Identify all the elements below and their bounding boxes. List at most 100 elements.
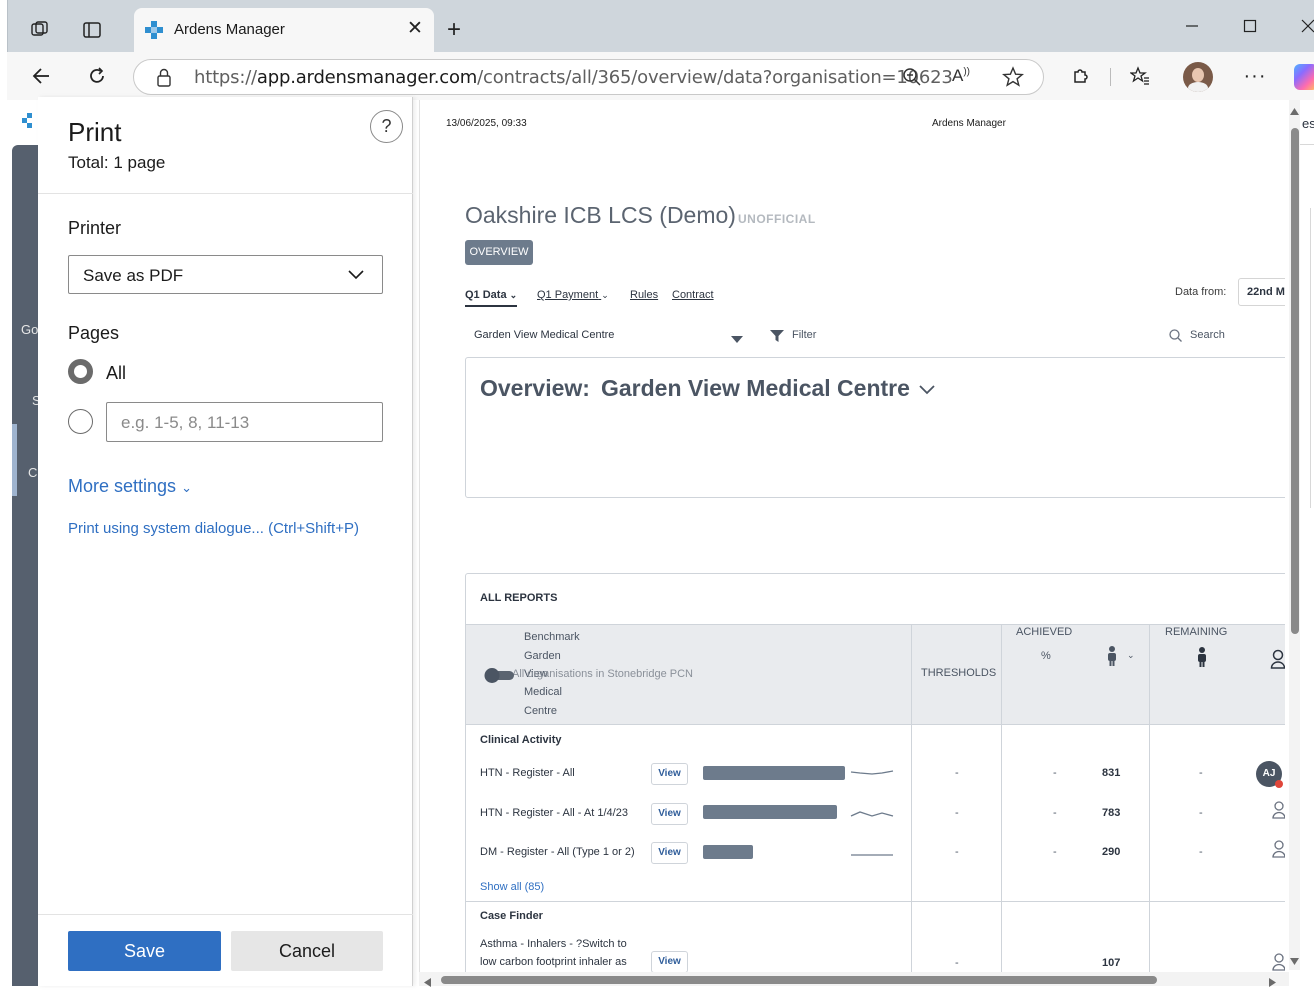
print-header-title: Ardens Manager: [932, 118, 1006, 129]
profile-avatar[interactable]: [1183, 62, 1213, 92]
report-row-label: low carbon footprint inhaler as: [480, 956, 627, 968]
refresh-icon[interactable]: [83, 62, 111, 90]
achieved-count: 831: [1102, 767, 1121, 779]
favorites-icon[interactable]: [1126, 62, 1154, 90]
nav-q1-data: Q1 Data ⌄: [465, 289, 518, 307]
scroll-down-icon[interactable]: [1289, 953, 1300, 971]
ardens-logo-icon: [144, 20, 164, 45]
benchmark-toggle: [484, 667, 516, 683]
achieved-header: ACHIEVED: [1016, 626, 1073, 638]
extensions-icon[interactable]: [1066, 62, 1094, 90]
footer-divider: [38, 914, 413, 915]
caret-down-icon: [731, 331, 743, 349]
url-text[interactable]: https://app.ardensmanager.com/contracts/…: [194, 67, 953, 88]
pages-range-placeholder: e.g. 1-5, 8, 11-13: [121, 413, 250, 432]
thresholds-header: THRESHOLDS: [921, 667, 997, 679]
achieved-count: 107: [1102, 957, 1121, 969]
background-logo-icon: [21, 111, 37, 136]
workspaces-icon[interactable]: [26, 16, 54, 44]
background-nav-letter: C: [28, 465, 38, 480]
background-nav-active-indicator: [12, 424, 17, 496]
view-button: View: [651, 803, 688, 825]
print-header-date: 13/06/2025, 09:33: [446, 118, 527, 129]
horizontal-scrollbar-thumb[interactable]: [441, 976, 1157, 984]
overview-organisation: Garden View Medical Centre: [601, 375, 910, 401]
benchmark-org-line: Centre: [524, 705, 558, 717]
remaining-header: REMAINING: [1165, 626, 1228, 638]
favorite-star-icon[interactable]: [1001, 66, 1025, 93]
overview-label: Overview:: [480, 375, 590, 401]
close-tab-icon[interactable]: ✕: [404, 18, 426, 40]
tab-ardens-manager[interactable]: Ardens Manager ✕: [134, 8, 434, 52]
percent-value: -: [1053, 846, 1057, 858]
pages-all-radio[interactable]: [68, 359, 93, 384]
search-icon: [1169, 329, 1182, 347]
print-total-pages: Total: 1 page: [68, 153, 166, 172]
background-nav-letter: Go: [21, 322, 39, 337]
cancel-button[interactable]: Cancel: [231, 931, 383, 971]
maximize-icon[interactable]: [1236, 12, 1264, 40]
printer-select-value: Save as PDF: [83, 266, 184, 285]
percent-value: -: [1053, 807, 1057, 819]
zoom-out-icon[interactable]: [902, 67, 922, 92]
help-button[interactable]: ?: [370, 110, 403, 143]
address-bar[interactable]: https://app.ardensmanager.com/contracts/…: [133, 59, 1044, 95]
more-settings-link[interactable]: More settings ⌄: [68, 476, 192, 497]
new-tab-icon[interactable]: +: [440, 16, 468, 44]
column-divider: [1149, 624, 1150, 986]
view-button: View: [651, 951, 688, 973]
scroll-up-icon[interactable]: [1289, 104, 1300, 122]
assignee-icon: [1270, 649, 1285, 674]
report-bar: [703, 845, 753, 859]
printer-label: Printer: [68, 218, 122, 238]
person-icon: [1106, 646, 1118, 671]
pages-range-input[interactable]: e.g. 1-5, 8, 11-13: [106, 402, 383, 442]
more-menu-icon[interactable]: ···: [1241, 62, 1269, 90]
pages-all-label: All: [106, 363, 127, 383]
tab-strip: Ardens Manager ✕ +: [7, 0, 1314, 52]
close-window-icon[interactable]: [1294, 12, 1314, 40]
section-divider: [466, 901, 1285, 902]
data-from-label: Data from:: [1175, 286, 1227, 298]
sort-chevron-icon: ⌄: [1127, 650, 1135, 660]
report-bar: [703, 766, 845, 780]
scroll-right-icon[interactable]: [1268, 975, 1278, 993]
chevron-down-icon: [348, 267, 364, 285]
filter-icon: [770, 329, 784, 347]
background-sidebar: Go S C: [12, 145, 41, 986]
toolbar-divider: [1110, 68, 1111, 86]
preview-page: 13/06/2025, 09:33 Ardens Manager Oakshir…: [419, 100, 1285, 986]
column-divider: [1001, 624, 1002, 986]
site-info-lock-icon[interactable]: [156, 68, 172, 93]
read-aloud-icon[interactable]: A)): [952, 66, 970, 86]
sparkline: [850, 847, 894, 865]
tab-actions-icon[interactable]: [78, 16, 106, 44]
nav-rules: Rules: [630, 289, 659, 301]
printer-select[interactable]: Save as PDF: [68, 255, 383, 294]
system-dialog-link[interactable]: Print using system dialogue... (Ctrl+Shi…: [68, 520, 359, 537]
remaining-value: -: [1199, 846, 1203, 858]
vertical-scrollbar-thumb[interactable]: [1291, 128, 1299, 634]
pages-custom-radio[interactable]: [68, 409, 93, 434]
report-row-label: HTN - Register - All: [480, 767, 575, 779]
search-label: Search: [1190, 329, 1225, 341]
minimize-icon[interactable]: [1178, 12, 1206, 40]
threshold-value: -: [955, 957, 959, 969]
percent-header: %: [1041, 650, 1051, 662]
data-from-date: 22nd Ma: [1238, 278, 1285, 306]
report-row-label: Asthma - Inhalers - ?Switch to: [480, 938, 627, 950]
contract-title: Oakshire ICB LCS (Demo): [465, 202, 736, 228]
assignee-icon: [1272, 801, 1285, 824]
nav-q1-payment: Q1 Payment ⌄: [537, 289, 609, 301]
chevron-down-icon: [918, 383, 936, 401]
scroll-left-icon[interactable]: [422, 975, 432, 993]
remaining-value: -: [1199, 807, 1203, 819]
copilot-icon[interactable]: [1294, 64, 1314, 90]
benchmark-header: Benchmark: [524, 631, 580, 643]
threshold-value: -: [955, 767, 959, 779]
save-button[interactable]: Save: [68, 931, 221, 971]
back-icon[interactable]: [27, 62, 55, 90]
report-row-label: HTN - Register - All - At 1/4/23: [480, 807, 628, 819]
background-app-edge: es: [1300, 100, 1314, 986]
benchmark-org-line: Medical: [524, 686, 562, 698]
